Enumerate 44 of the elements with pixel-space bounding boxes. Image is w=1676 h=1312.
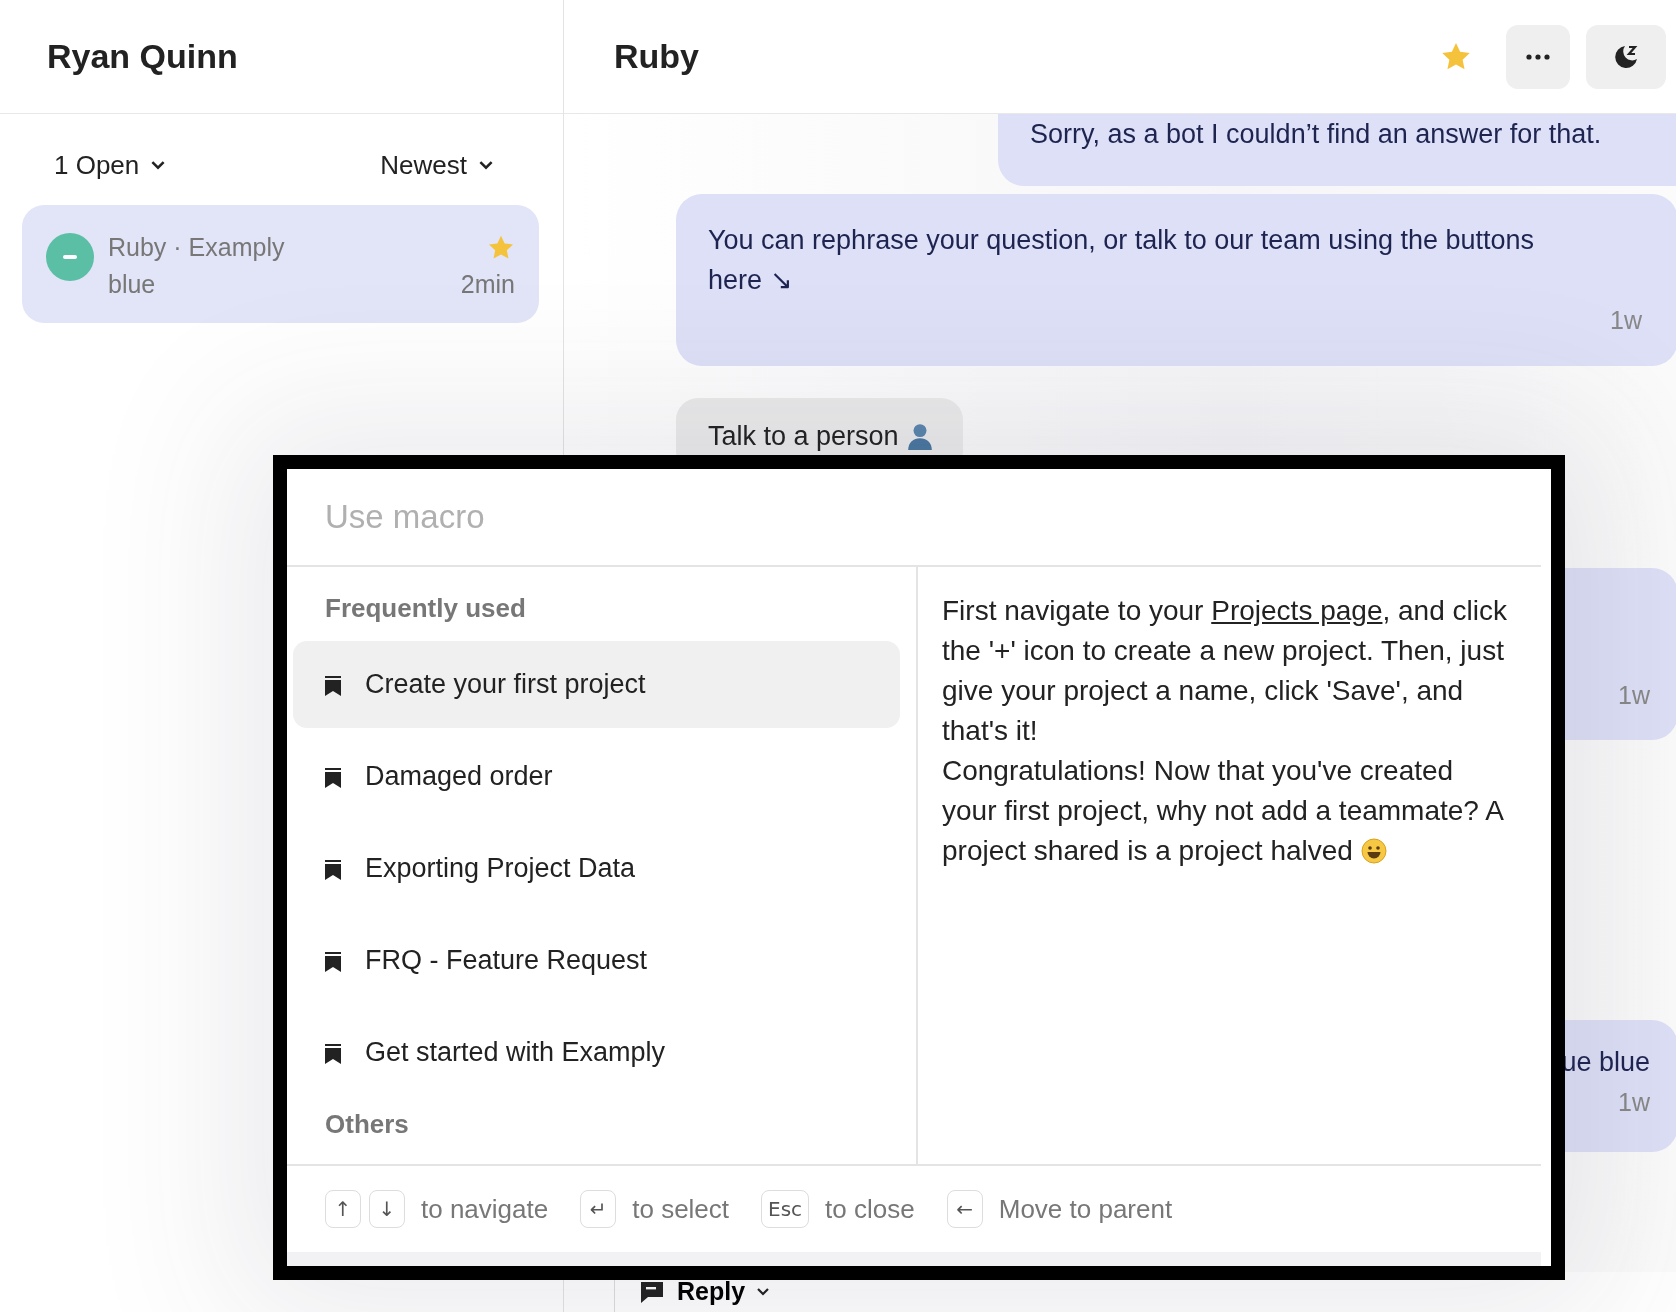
hint-label: to close <box>825 1193 915 1225</box>
macro-preview-text: First navigate to your Projects page, and click the '+' icon to create a new project. Then, just give your project a name, click 'Save', and that's it! <box>942 594 1508 748</box>
message-time: 1w <box>1618 681 1650 710</box>
avatar-icon <box>46 233 94 281</box>
key-badge: ← <box>946 1190 983 1228</box>
reply-mode-button[interactable]: Reply <box>615 1277 770 1312</box>
section-heading: Others <box>324 1108 410 1141</box>
conversation-card[interactable]: Ruby · Examply blue 2min <box>22 205 539 323</box>
hint-label: to select <box>632 1193 730 1225</box>
message-text: You can rephrase your question, or talk to our team using the buttons here ↘ <box>708 224 1536 297</box>
filter-dropdown[interactable]: 1 Open <box>50 146 170 185</box>
smiley-icon <box>1360 838 1387 864</box>
macro-search-field[interactable]: Use macro <box>287 469 1541 567</box>
macro-item[interactable]: Get started with Examply <box>293 1009 900 1096</box>
macro-preview-text: Congratulations! Now that you've created your first project, why not add a teammate? A project shared is a project halved <box>942 754 1504 868</box>
macro-item[interactable]: Exporting Project Data <box>293 825 900 912</box>
caret-icon <box>757 1287 770 1296</box>
person-icon <box>906 422 933 450</box>
macro-item[interactable]: Create your first project <box>293 641 900 728</box>
snooze-button[interactable] <box>1586 24 1666 89</box>
conversation-title: Ruby <box>614 37 699 76</box>
ellipsis-icon <box>1525 53 1551 60</box>
key-badge: ↑ <box>325 1190 361 1228</box>
chat-bubble-icon <box>639 1279 665 1304</box>
filter-dropdown[interactable]: Newest <box>376 146 497 185</box>
caret-icon <box>151 161 166 170</box>
hint-label: Move to parent <box>998 1193 1173 1225</box>
conversation-preview: blue <box>108 270 156 299</box>
caret-icon <box>479 161 493 170</box>
key-badge: Esc <box>761 1190 810 1228</box>
hint-label: to navigate <box>421 1193 549 1225</box>
key-badge: ↵ <box>580 1190 617 1228</box>
section-heading: Frequently used <box>324 592 527 625</box>
message-time: 1w <box>1618 1088 1650 1117</box>
message-text: Sorry, as a bot I couldn’t find an answer for that. <box>1030 118 1603 151</box>
agent-name: Ryan Quinn <box>47 37 238 76</box>
projects-page-link[interactable]: Projects page <box>1211 595 1383 626</box>
conversation-time: 2min <box>460 270 515 299</box>
macro-item[interactable]: Damaged order <box>293 733 900 820</box>
message-time: 1w <box>1610 306 1642 335</box>
more-button[interactable] <box>1506 24 1570 89</box>
key-badge: ↓ <box>369 1190 405 1228</box>
conversation-name: Ruby · Examply <box>108 233 285 262</box>
macro-item[interactable]: FRQ - Feature Request <box>293 917 900 1004</box>
